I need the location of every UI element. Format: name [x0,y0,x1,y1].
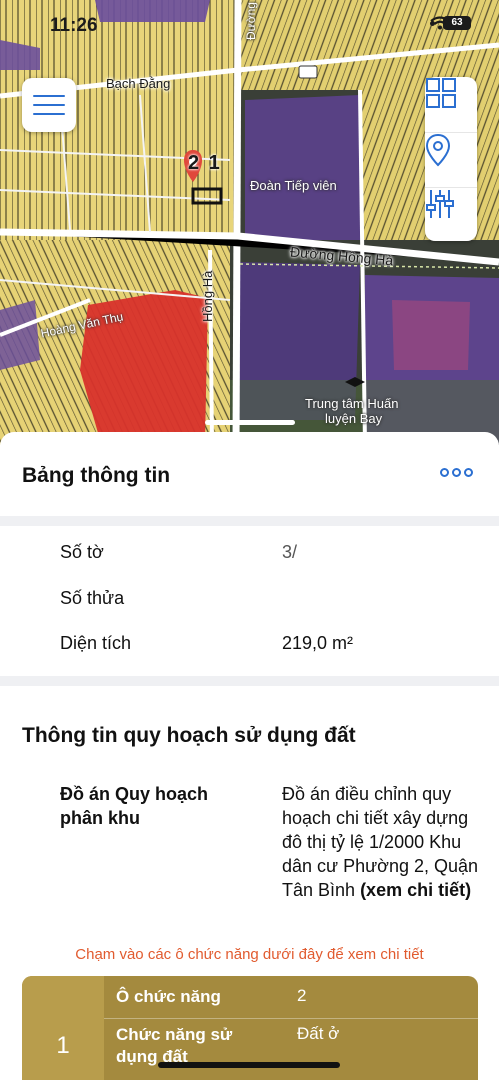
status-icons: 63 [430,16,471,30]
sliders-icon [426,190,454,218]
poi-label-trung-tam-2: luyện Bay [325,411,383,426]
card-divider [104,1018,478,1019]
card-key-function: Ô chức năng [116,987,221,1006]
status-bar: 11:26 63 [0,0,499,46]
sheet-title: Bảng thông tin [22,464,171,487]
row-label: Diện tích [60,633,132,653]
info-sheet: Bảng thông tin Số tờ 3/ Số thửa Diện tíc… [0,432,499,1080]
row-value: 219,0 m² [282,633,354,653]
row-label: Số thửa [60,588,125,608]
map-pin-number: 2 1 [188,152,222,174]
map-view[interactable]: Bạch Đằng Đoàn Tiếp viên Đường Hồng Hà H… [0,0,499,445]
map-tools-panel [425,77,477,241]
row-value: 3/ [282,542,298,562]
menu-button[interactable] [22,78,76,132]
grid-icon [426,78,456,108]
wifi-icon [430,16,450,30]
sheet-header: Bảng thông tin [0,432,499,516]
hint-text: Chạm vào các ô chức năng dưới đây để xem… [75,946,424,963]
divider [0,516,499,526]
more-dots-icon [440,468,449,477]
card-index-column: 1 [22,976,104,1080]
divider [0,676,499,686]
poi-label-doan-tiep-vien: Đoàn Tiếp viên [250,178,337,193]
street-label-bach-dang: Bạch Đằng [106,76,171,91]
poi-label-trung-tam-1: Trung tâm Huấn [305,396,399,411]
layers-button[interactable] [425,77,477,131]
section-title: Thông tin quy hoạch sử dụng đất [22,724,356,747]
home-indicator [158,1062,340,1068]
location-pin-icon [425,133,451,167]
card-value-land-use: Đất ở [297,1024,340,1043]
card-value-function: 2 [297,986,307,1005]
filter-button[interactable] [425,187,477,241]
locate-button[interactable] [425,132,477,186]
view-detail-link[interactable]: (xem chi tiết) [360,880,471,900]
card-index: 1 [56,1032,70,1059]
more-options-button[interactable] [440,468,473,477]
sheet-grabber[interactable] [205,420,295,425]
plan-value: Đồ án điều chỉnh quy hoạch chi tiết xây … [282,782,482,902]
status-time: 11:26 [50,15,98,36]
street-label-hong-ha: Hồng Hà [200,270,215,322]
row-label: Số tờ [60,542,104,562]
plan-label: Đồ án Quy hoạch phân khu [60,784,209,828]
hamburger-icon [33,95,65,97]
